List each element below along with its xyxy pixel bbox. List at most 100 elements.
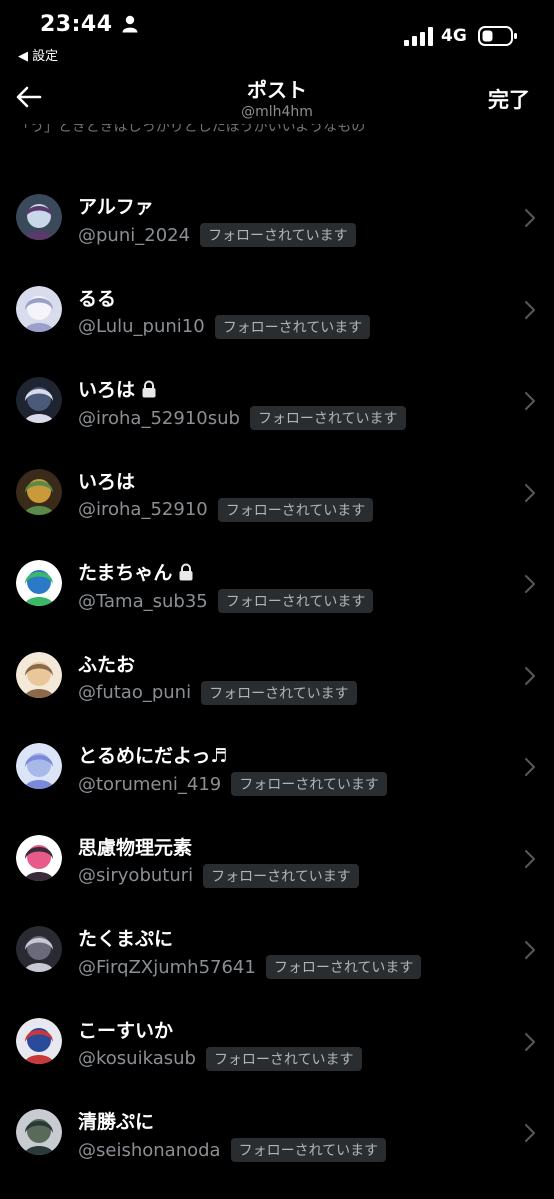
user-name-text: るる — [78, 287, 117, 310]
user-display-name: いろは — [78, 375, 157, 402]
user-list-item[interactable]: アルファ @puni_2024 フォローされています — [0, 170, 554, 262]
user-name-text: いろは — [78, 379, 136, 401]
user-handle: @iroha_52910 — [78, 499, 208, 520]
back-to-app-link[interactable]: ◀ 設定 — [18, 45, 58, 64]
follows-you-badge: フォローされています — [249, 406, 406, 430]
avatar-image — [16, 651, 62, 698]
user-handle: @seishonanoda — [78, 1139, 221, 1161]
user-list-item[interactable]: ふたお @futao_puni フォローされています — [0, 628, 554, 720]
avatar-image — [16, 560, 62, 606]
user-list-item[interactable]: こーすいか @kosuikasub フォローされています — [0, 994, 554, 1086]
avatar-image — [16, 377, 62, 423]
chevron-right-icon — [525, 209, 535, 227]
user-list-item[interactable]: たまちゃん @Tama_sub35 フォローされています — [0, 536, 554, 628]
user-handle-line: @kosuikasub フォローされています — [78, 1046, 362, 1071]
user-name-text: ふたお — [78, 653, 136, 676]
cut-off-text: 「う」ときどきはしっかりとしたほうがいいようなもの — [16, 124, 376, 134]
chevron-right-icon — [525, 941, 535, 959]
user-display-name: たくまぷに — [78, 924, 173, 951]
user-handle-line: @Tama_sub35 フォローされています — [78, 589, 374, 613]
follows-you-badge: フォローされています — [201, 680, 357, 705]
user-list: アルファ @puni_2024 フォローされています るる @Lulu_puni… — [0, 170, 554, 1177]
chevron-right-icon — [525, 300, 535, 319]
cut-off-text-content: 「う」ときどきはしっかりとしたほうがいいようなもの — [16, 124, 366, 134]
user-display-name: るる — [78, 284, 116, 311]
follows-you-badge: フォローされています — [214, 314, 371, 339]
avatar[interactable] — [16, 560, 62, 606]
user-display-name: たまちゃん — [78, 558, 194, 585]
user-handle: @FirqZXjumh57641 — [78, 956, 256, 978]
user-name-text: アルファ — [78, 196, 154, 218]
status-time: 23:44 — [40, 12, 113, 37]
user-handle: @puni_2024 — [78, 224, 191, 246]
avatar-image — [16, 468, 62, 515]
avatar[interactable] — [16, 651, 62, 698]
user-handle: @iroha_52910sub — [78, 407, 240, 429]
follows-you-badge: フォローされています — [231, 772, 387, 796]
battery-icon — [478, 26, 517, 46]
avatar[interactable] — [16, 285, 62, 332]
nav-header: ポスト @mlh4hm 完了 — [0, 66, 554, 126]
user-handle: @Lulu_puni10 — [78, 316, 205, 337]
avatar[interactable] — [16, 468, 62, 515]
follows-you-badge: フォローされています — [230, 1138, 387, 1162]
user-list-item[interactable]: 思慮物理元素 @siryobuturi フォローされています — [0, 811, 554, 903]
user-display-name: アルファ — [78, 192, 154, 219]
avatar-image — [16, 834, 62, 881]
user-display-name: とるめにだよっ♬ — [78, 741, 227, 768]
avatar[interactable] — [16, 926, 62, 972]
user-handle: @Tama_sub35 — [78, 590, 208, 612]
chevron-right-icon — [525, 758, 535, 776]
follows-you-badge: フォローされています — [265, 955, 422, 979]
follows-you-badge: フォローされています — [200, 223, 356, 247]
page-subtitle: @mlh4hm — [241, 104, 313, 120]
follows-you-badge: フォローされています — [205, 1046, 362, 1071]
user-handle: @futao_puni — [78, 682, 192, 703]
user-name-text: たまちゃん — [78, 562, 173, 584]
user-list-item[interactable]: 清勝ぷに @seishonanoda フォローされています — [0, 1085, 554, 1177]
user-handle-line: @seishonanoda フォローされています — [78, 1138, 387, 1162]
user-handle: @torumeni_419 — [78, 773, 222, 795]
user-handle-line: @FirqZXjumh57641 フォローされています — [78, 955, 422, 979]
user-list-item[interactable]: とるめにだよっ♬ @torumeni_419 フォローされています — [0, 719, 554, 811]
user-handle-line: @iroha_52910sub フォローされています — [78, 406, 406, 430]
user-display-name: いろは — [78, 467, 135, 494]
avatar[interactable] — [16, 194, 62, 240]
user-name-text: こーすいか — [78, 1019, 174, 1042]
avatar[interactable] — [16, 377, 62, 423]
chevron-right-icon — [525, 666, 535, 685]
user-handle: @siryobuturi — [78, 865, 194, 886]
follows-you-badge: フォローされています — [203, 863, 359, 888]
user-name-text: 思慮物理元素 — [78, 836, 193, 859]
user-name-text: いろは — [78, 470, 136, 493]
chevron-right-icon — [525, 849, 535, 868]
user-list-item[interactable]: いろは @iroha_52910sub フォローされています — [0, 353, 554, 445]
user-handle-line: @futao_puni フォローされています — [78, 680, 357, 705]
user-name-text: 清勝ぷに — [78, 1111, 155, 1133]
chevron-right-icon — [525, 392, 535, 410]
user-list-item[interactable]: たくまぷに @FirqZXjumh57641 フォローされています — [0, 902, 554, 994]
avatar[interactable] — [16, 1109, 62, 1155]
user-handle-line: @puni_2024 フォローされています — [78, 223, 356, 247]
user-list-item[interactable]: いろは @iroha_52910 フォローされています — [0, 445, 554, 537]
avatar[interactable] — [16, 834, 62, 881]
avatar-image — [16, 1109, 62, 1155]
user-display-name: ふたお — [78, 650, 135, 677]
user-display-name: 清勝ぷに — [78, 1107, 154, 1134]
user-display-name: 思慮物理元素 — [78, 833, 192, 860]
avatar[interactable] — [16, 743, 62, 789]
user-display-name: こーすいか — [78, 1016, 173, 1043]
done-button[interactable]: 完了 — [488, 84, 530, 114]
user-name-text: とるめにだよっ♬ — [78, 745, 228, 767]
user-handle-line: @torumeni_419 フォローされています — [78, 772, 387, 796]
avatar-image — [16, 194, 62, 240]
user-handle: @kosuikasub — [78, 1048, 196, 1069]
status-bar: 23:44 ◀ 設定 4G — [0, 0, 554, 64]
chevron-right-icon — [525, 575, 535, 593]
lock-icon — [179, 563, 193, 580]
follows-you-badge: フォローされています — [217, 497, 374, 522]
avatar[interactable] — [16, 1017, 62, 1064]
user-list-item[interactable]: るる @Lulu_puni10 フォローされています — [0, 262, 554, 354]
avatar-image — [16, 926, 62, 972]
lock-icon — [142, 380, 156, 397]
